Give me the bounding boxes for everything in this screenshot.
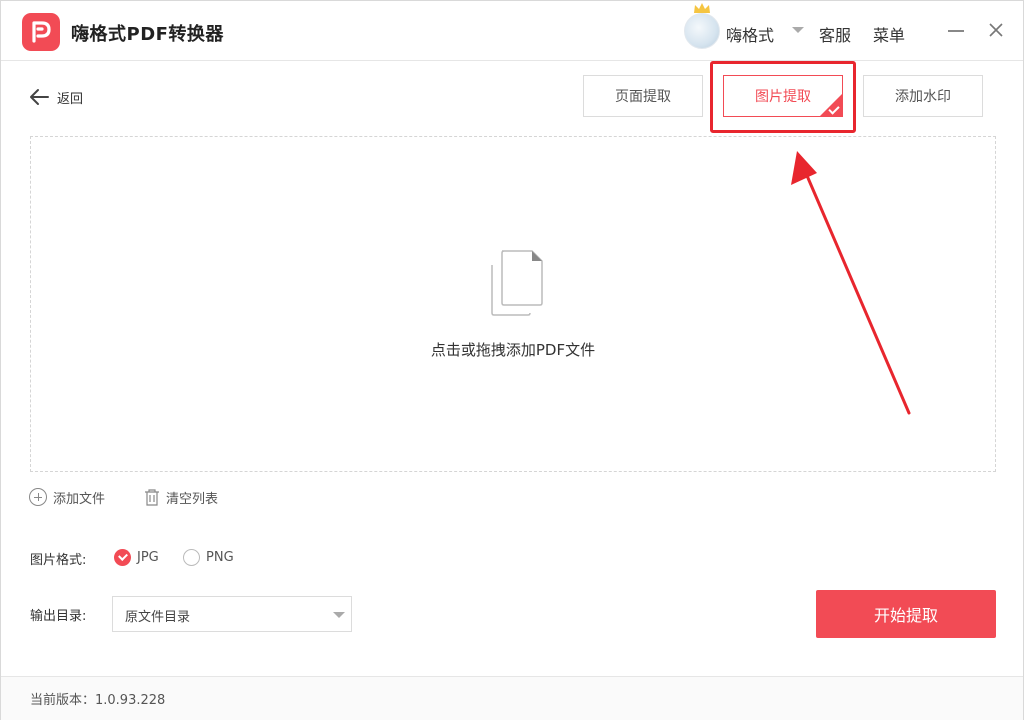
tab-label: 图片提取: [755, 89, 811, 105]
tab-label: 添加水印: [895, 89, 951, 105]
arrow-left-icon: [30, 89, 49, 105]
format-radio-jpg[interactable]: JPG: [114, 548, 159, 566]
clear-list-label: 清空列表: [166, 491, 219, 507]
app-title: 嗨格式PDF转换器: [71, 24, 224, 45]
output-dir-label: 输出目录:: [30, 609, 87, 624]
back-button[interactable]: 返回: [29, 85, 83, 109]
status-bar: 当前版本：1.0.93.228: [1, 676, 1023, 720]
trash-icon: [145, 489, 159, 506]
radio-label: PNG: [206, 549, 234, 565]
tab-label: 页面提取: [615, 89, 671, 105]
chevron-down-icon[interactable]: [792, 27, 804, 33]
app-window: 嗨格式PDF转换器 嗨格式 客服 菜单 返回 页面提取 图片提取 添加水印 点击…: [0, 0, 1024, 720]
radio-label: JPG: [137, 549, 159, 565]
tab-add-watermark[interactable]: 添加水印: [863, 75, 983, 117]
output-dir-select[interactable]: 原文件目录: [112, 596, 352, 632]
customer-service-button[interactable]: 客服: [819, 22, 851, 46]
tab-image-extract[interactable]: 图片提取: [723, 75, 843, 117]
file-drop-zone[interactable]: 点击或拖拽添加PDF文件: [30, 136, 996, 472]
add-file-label: 添加文件: [53, 491, 106, 507]
version-text: 当前版本：1.0.93.228: [30, 693, 166, 708]
tab-page-extract[interactable]: 页面提取: [583, 75, 703, 117]
image-format-label: 图片格式:: [30, 553, 87, 568]
plus-circle-icon: [29, 488, 47, 506]
clear-list-button[interactable]: 清空列表: [144, 486, 218, 508]
minimize-icon[interactable]: [948, 30, 964, 32]
radio-unchecked-icon: [183, 548, 200, 566]
avatar[interactable]: [684, 13, 720, 49]
username[interactable]: 嗨格式: [726, 22, 774, 46]
chevron-down-icon: [333, 612, 345, 618]
title-bar: 嗨格式PDF转换器 嗨格式 客服 菜单: [1, 1, 1023, 61]
output-dir-value: 原文件目录: [125, 610, 191, 625]
menu-button[interactable]: 菜单: [873, 22, 905, 46]
app-logo-icon: [22, 13, 60, 51]
radio-checked-icon: [114, 548, 131, 566]
add-file-button[interactable]: 添加文件: [29, 486, 105, 508]
document-icon: [491, 250, 543, 316]
back-label: 返回: [57, 91, 84, 107]
drop-zone-text: 点击或拖拽添加PDF文件: [430, 341, 596, 359]
start-extract-button[interactable]: 开始提取: [816, 590, 996, 638]
format-radio-png[interactable]: PNG: [183, 548, 234, 566]
close-icon[interactable]: [987, 21, 1005, 39]
